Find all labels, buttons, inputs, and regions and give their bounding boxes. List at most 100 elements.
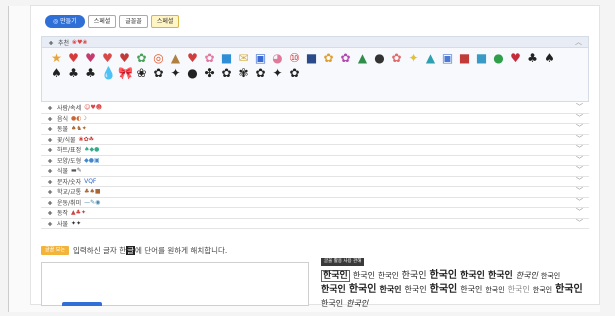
emoji-item[interactable]: ♥ bbox=[509, 52, 522, 65]
preview-word[interactable]: 한국인 bbox=[533, 286, 552, 294]
emoji-item[interactable]: ✿ bbox=[288, 67, 301, 80]
preview-word[interactable]: 한국인 bbox=[321, 270, 350, 282]
emoji-item[interactable]: ■ bbox=[305, 52, 318, 65]
emoji-item[interactable]: ▲ bbox=[356, 52, 369, 65]
preview-word[interactable]: 한국인 bbox=[430, 284, 458, 295]
emoji-item[interactable]: ♠ bbox=[50, 67, 63, 80]
emoji-item[interactable]: ✿ bbox=[254, 67, 267, 80]
emoji-item[interactable]: ▲ bbox=[169, 52, 182, 65]
emoji-item[interactable]: ✉ bbox=[237, 52, 250, 65]
category-row[interactable]: ✚ 하트/표정 ♠◆● ﹀ bbox=[41, 145, 589, 156]
preview-word[interactable]: 한국인 bbox=[508, 285, 530, 294]
emoji-item[interactable]: ■ bbox=[475, 52, 488, 65]
special-active-button[interactable]: 스페셜 bbox=[150, 15, 180, 28]
emoji-item[interactable]: ✤ bbox=[203, 67, 216, 80]
chevron-down-icon[interactable]: ﹀ bbox=[576, 123, 583, 133]
preview-word[interactable]: 한국인 bbox=[402, 271, 427, 281]
category-row[interactable]: ✚ 음식 ●◐☽ ﹀ bbox=[41, 113, 589, 124]
preview-word[interactable]: 한국인 bbox=[541, 272, 560, 280]
preview-word[interactable]: 한국인 bbox=[321, 285, 346, 295]
category-row[interactable]: ✚ 사람/속세 ☺♥☻ ﹀ bbox=[41, 103, 589, 114]
preview-word[interactable]: 한국인 bbox=[460, 271, 485, 281]
emoji-item[interactable]: ♠ bbox=[543, 52, 556, 65]
special-button[interactable]: 스페셜 bbox=[87, 15, 117, 28]
emoji-item[interactable]: ✦ bbox=[169, 67, 182, 80]
emoji-item[interactable]: ♥ bbox=[84, 52, 97, 65]
chevron-up-icon[interactable]: ︿ bbox=[575, 37, 582, 47]
category-row[interactable]: ✚ 사물 ✦✦ ﹀ bbox=[41, 218, 589, 229]
emoji-item[interactable]: ✿ bbox=[220, 67, 233, 80]
chevron-down-icon[interactable]: ﹀ bbox=[576, 197, 583, 207]
chevron-down-icon[interactable]: ﹀ bbox=[576, 176, 583, 186]
emoji-item[interactable]: ✦ bbox=[271, 67, 284, 80]
emoji-item[interactable]: ♣ bbox=[526, 52, 539, 65]
chevron-down-icon[interactable]: ﹀ bbox=[576, 102, 583, 112]
chevron-down-icon[interactable]: ﹀ bbox=[576, 155, 583, 165]
chevron-down-icon[interactable]: ﹀ bbox=[576, 134, 583, 144]
emoji-item[interactable]: ♥ bbox=[67, 52, 80, 65]
category-row[interactable]: ✚ 운동/취미 —✎◉ ﹀ bbox=[41, 197, 589, 208]
emoji-item[interactable]: ✿ bbox=[152, 67, 165, 80]
preview-word[interactable]: 한국인 bbox=[321, 299, 343, 308]
emoji-item[interactable]: ✾ bbox=[237, 67, 250, 80]
emoji-item[interactable]: ● bbox=[373, 52, 386, 65]
emoji-item[interactable]: ✦ bbox=[407, 52, 420, 65]
emoji-item[interactable]: ✿ bbox=[203, 52, 216, 65]
emoji-item[interactable]: ♥ bbox=[118, 52, 131, 65]
category-row[interactable]: ✚ 학교/교통 ♣♠■ ﹀ bbox=[41, 187, 589, 198]
preview-word[interactable]: 한국인 bbox=[378, 271, 399, 280]
emoji-item[interactable]: ▣ bbox=[441, 52, 454, 65]
preview-word[interactable]: 한국인 bbox=[379, 284, 401, 294]
chevron-down-icon[interactable]: ﹀ bbox=[576, 113, 583, 123]
emoji-item[interactable]: ♣ bbox=[84, 67, 97, 80]
emoji-item[interactable]: ● bbox=[186, 67, 199, 80]
emoji-item[interactable]: ♥ bbox=[101, 52, 114, 65]
font-button[interactable]: 글꼴꼴 bbox=[119, 15, 148, 28]
category-row[interactable]: ✚ 모양/도형 ◆●▣ ﹀ bbox=[41, 155, 589, 166]
emoji-item[interactable]: ✿ bbox=[322, 52, 335, 65]
favorites-header[interactable]: ✚ 추천 ❀♥❀ ︿ bbox=[42, 37, 588, 48]
preview-word[interactable]: 한국인 bbox=[349, 284, 377, 295]
expand-icon: ✚ bbox=[47, 218, 53, 228]
emoji-item[interactable]: ■ bbox=[458, 52, 471, 65]
chevron-down-icon[interactable]: ﹀ bbox=[576, 165, 583, 175]
emoji-item[interactable]: 🎀 bbox=[118, 67, 133, 80]
category-row[interactable]: ✚ 식물 ▬✎ ﹀ bbox=[41, 166, 589, 177]
create-button[interactable]: ◎ 만들기 bbox=[45, 15, 85, 28]
preview-word[interactable]: 한국인 bbox=[488, 271, 513, 281]
category-row[interactable]: ✚ 문자/숫자 VQF ﹀ bbox=[41, 176, 589, 187]
preview-word[interactable]: 한국인 bbox=[353, 271, 375, 280]
category-row[interactable]: ✚ 동물 ♠♞✦ ﹀ bbox=[41, 124, 589, 135]
preview-word[interactable]: 한국인 bbox=[516, 271, 538, 280]
chevron-down-icon[interactable]: ﹀ bbox=[576, 186, 583, 196]
chevron-down-icon[interactable]: ﹀ bbox=[576, 218, 583, 228]
emoji-item[interactable]: 💧 bbox=[101, 67, 116, 80]
emoji-item[interactable]: ✿ bbox=[390, 52, 403, 65]
category-row[interactable]: ✚ 동작 ▲♣✦ ﹀ bbox=[41, 208, 589, 219]
submit-button[interactable] bbox=[62, 302, 102, 306]
expand-icon: ✚ bbox=[47, 113, 53, 123]
preview-word[interactable]: 한국인 bbox=[460, 285, 482, 294]
emoji-item[interactable]: ◎ bbox=[152, 52, 165, 65]
chevron-down-icon[interactable]: ﹀ bbox=[576, 207, 583, 217]
emoji-item[interactable]: ▣ bbox=[254, 52, 267, 65]
emoji-item[interactable]: ✿ bbox=[135, 52, 148, 65]
emoji-item[interactable]: ★ bbox=[50, 52, 63, 65]
emoji-item[interactable]: ◕ bbox=[271, 52, 284, 65]
preview-word[interactable]: 한국인 bbox=[346, 299, 368, 308]
preview-word[interactable]: 한국인 bbox=[405, 285, 427, 294]
preview-word[interactable]: 한국인 bbox=[485, 286, 504, 294]
emoji-item[interactable]: ▲ bbox=[424, 52, 437, 65]
chevron-down-icon[interactable]: ﹀ bbox=[576, 144, 583, 154]
category-row[interactable]: ✚ 꽃/식물 ❀✿☘ ﹀ bbox=[41, 134, 589, 145]
emoji-item[interactable]: ■ bbox=[220, 52, 233, 65]
emoji-item[interactable]: ❀ bbox=[135, 67, 148, 80]
emoji-item[interactable]: ✿ bbox=[339, 52, 352, 65]
emoji-item[interactable]: ● bbox=[492, 52, 505, 65]
emoji-item[interactable]: ♥ bbox=[186, 52, 199, 65]
emoji-item[interactable]: ⑩ bbox=[288, 52, 301, 65]
emoji-item[interactable]: ♣ bbox=[67, 67, 80, 80]
preview-word[interactable]: 한국인 bbox=[429, 270, 457, 281]
preview-word[interactable]: 한국인 bbox=[555, 284, 583, 295]
text-input-area[interactable] bbox=[41, 262, 309, 306]
